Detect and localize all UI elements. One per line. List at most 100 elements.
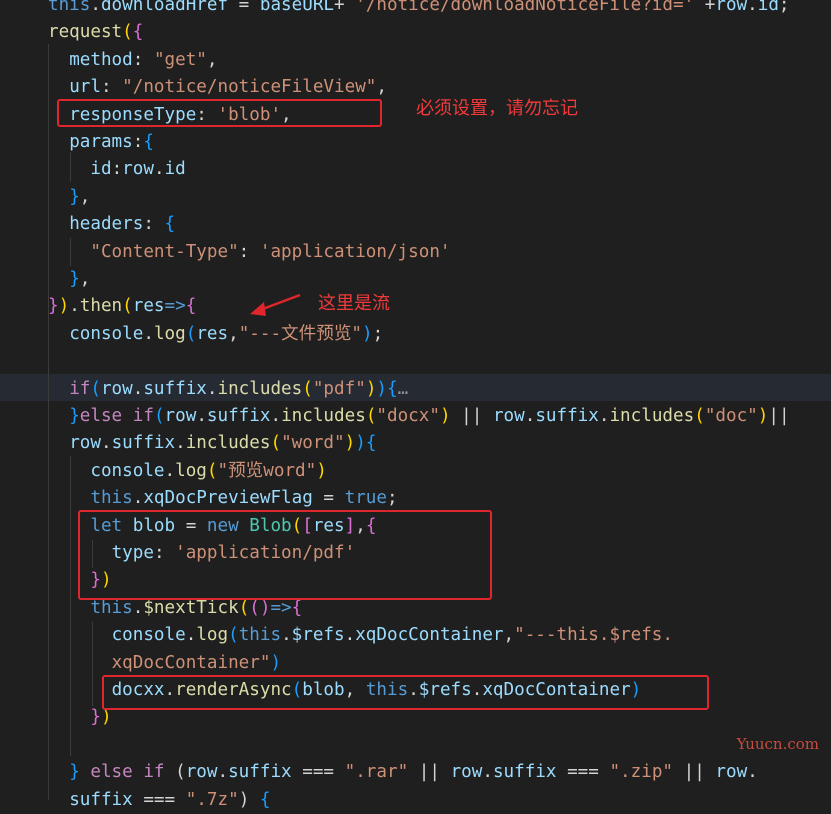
code-token: includes [217,378,303,399]
code-token: . [153,159,165,180]
code-token: . [196,406,207,426]
code-token: + [334,0,356,15]
code-token: "doc" [704,406,758,426]
code-token: ".zip" [609,762,674,783]
code-token: : [132,132,144,152]
code-token: = [228,0,260,15]
code-text: console.log(res,"---文件预览"); [48,321,383,348]
code-token: . [524,406,536,426]
code-token: { [185,296,197,317]
code-token: log [196,625,229,646]
code-token: || [408,762,451,783]
code-token: id [164,159,186,180]
code-token: request [48,22,123,43]
code-token: { [365,433,377,454]
code-text: if(row.suffix.includes("pdf")){… [48,376,408,403]
code-token: "docx" [376,406,440,426]
code-token: "---this.$refs. [514,625,673,646]
code-token: "Content-Type" [90,241,239,262]
code-token: log [153,323,186,344]
code-token: ( [206,460,218,481]
code-token: "预览word" [217,460,317,481]
code-token: ( [365,406,377,426]
code-text: }, [48,266,90,293]
code-token: ; [778,0,790,15]
code-token: : [238,241,260,262]
blob-highlight-box [78,510,492,600]
code-token: || [768,406,790,426]
code-token: xqDocContainer" [111,652,271,673]
code-token: ( [122,22,133,43]
code-text: }, [48,184,90,211]
code-token: url [69,77,101,98]
code-text: headers: { [48,211,175,238]
code-token: "pdf" [312,378,366,399]
code-token: this [90,488,133,509]
code-token: ( [238,597,250,618]
code-token: . [90,0,101,15]
code-token: downloadHref [100,0,229,15]
code-token: row [164,406,197,426]
code-token: . [217,762,229,783]
code-token: console [69,323,144,344]
code-token: ; [386,488,398,509]
code-token: ) [58,296,70,317]
code-token: res [196,323,229,344]
code-token: ) [362,323,373,344]
code-token: { [132,22,144,43]
code-text: this.xqDocPreviewFlag = true; [48,485,398,512]
code-token: ) [376,378,387,399]
code-token: } [69,269,80,289]
code-token: then [79,296,123,317]
code-token: $refs [291,625,345,646]
code-token: , [503,625,515,646]
watermark: Yuucn.com [736,735,819,753]
code-token: '/notice/downloadNoticeFile?id=' [355,0,695,15]
code-text: url: "/notice/noticeFileView", [48,74,387,101]
code-token: ) [757,406,769,426]
code-token: id [757,0,779,15]
code-token: . [482,762,493,783]
code-token: ".rar" [344,762,409,783]
code-token: "word" [281,433,345,454]
code-token: , [228,323,239,344]
code-token: . [143,323,154,344]
code-token: true [344,488,387,509]
code-token: . [175,433,186,454]
code-text: xqDocContainer") [48,650,281,677]
code-token: console [90,460,165,481]
code-token: this [48,0,91,15]
code-token: ; [372,323,384,344]
code-token: includes [185,433,271,454]
code-token: ( [694,406,705,426]
code-token: this [238,625,282,646]
code-token: , [79,186,91,207]
red-arrow-icon [250,293,301,316]
code-token: "---文件预览" [238,323,363,344]
code-token: headers [69,214,144,235]
code-token: log [175,460,207,481]
code-token: . [185,625,197,646]
code-token: xqDocPreviewFlag [143,488,313,509]
code-token: + [694,0,716,15]
code-token: ( [164,762,186,783]
code-token: . [206,378,218,399]
code-token: row [492,406,525,426]
code-text: params:{ [48,129,154,156]
code-token: ( [270,433,282,454]
code-token: } [69,762,80,783]
code-token: ( [185,323,197,344]
code-editor[interactable]: this.downloadHref = baseURL+ '/notice/do… [0,0,831,810]
code-token: { [387,378,398,399]
code-token: : [143,214,165,235]
